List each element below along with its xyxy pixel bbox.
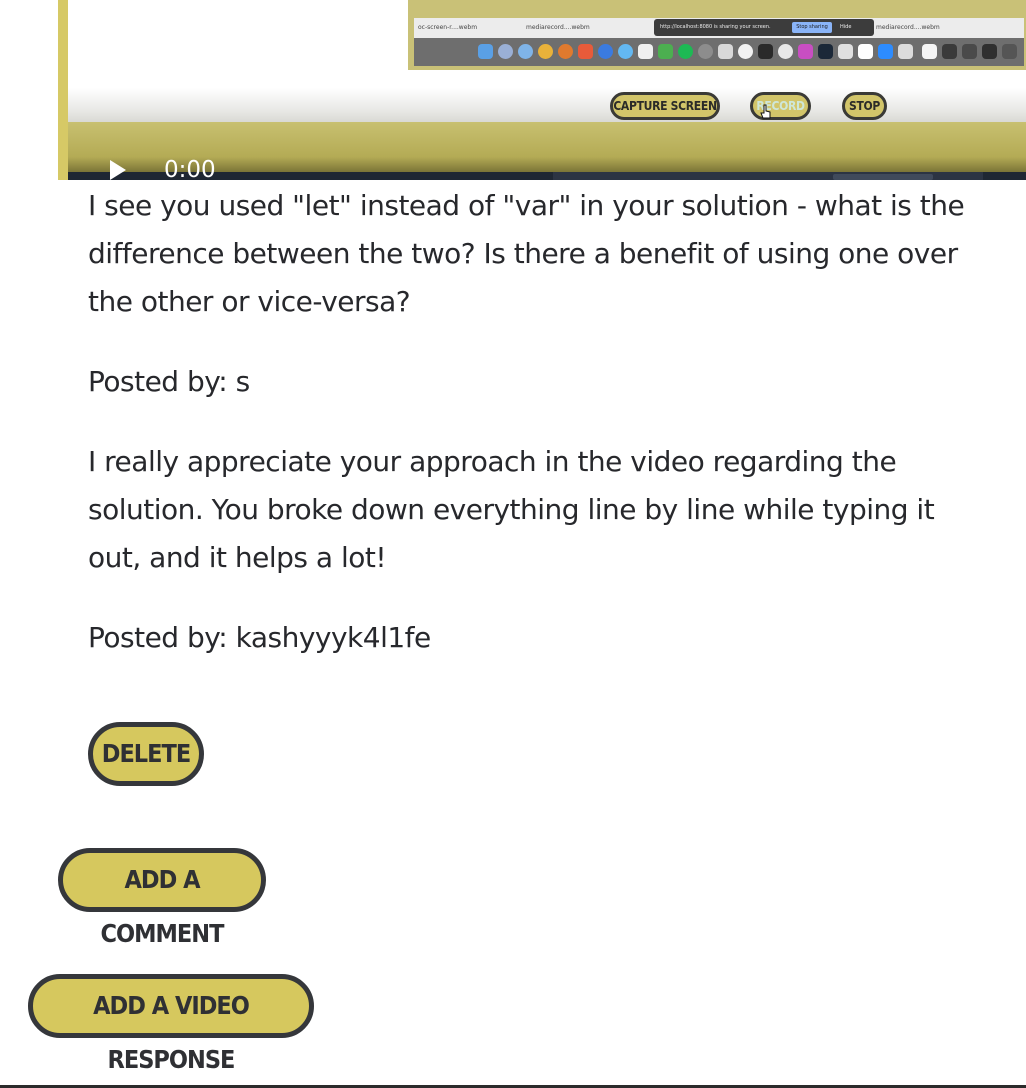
zoom-icon xyxy=(878,44,893,59)
capture-screen-button: CAPTURE SCREEN xyxy=(610,92,720,120)
app-icon xyxy=(982,44,997,59)
chrome-icon xyxy=(538,44,553,59)
app-icon xyxy=(1002,44,1017,59)
terminal-icon xyxy=(758,44,773,59)
brave-icon xyxy=(578,44,593,59)
captured-screen-thumbnail: oc-screen-r....webm mediarecord....webm … xyxy=(408,0,1026,70)
app-icon xyxy=(898,44,913,59)
video-player[interactable]: oc-screen-r....webm mediarecord....webm … xyxy=(58,0,1026,180)
finder-icon xyxy=(478,44,493,59)
hide-label: Hide xyxy=(840,24,852,30)
hand-cursor-icon xyxy=(760,104,771,119)
app-icon xyxy=(618,44,633,59)
app-icon xyxy=(718,44,733,59)
stop-sharing-label: Stop sharing xyxy=(792,22,832,33)
comment-text: I really appreciate your approach in the… xyxy=(88,445,935,574)
app-icon xyxy=(658,44,673,59)
steam-icon xyxy=(818,44,833,59)
spotify-icon xyxy=(678,44,693,59)
comment-author: Posted by: s xyxy=(88,365,250,398)
app-icon xyxy=(698,44,713,59)
app-icon xyxy=(858,44,873,59)
video-time: 0:00 xyxy=(164,157,216,180)
app-icon xyxy=(638,44,653,59)
comment-author: Posted by: kashyyyk4l1fe xyxy=(88,621,431,654)
captured-tab: oc-screen-r....webm xyxy=(418,24,478,31)
share-notice-text: http://localhost:8080 is sharing your sc… xyxy=(660,24,771,30)
comment-text: I see you used "let" instead of "var" in… xyxy=(88,189,965,318)
captured-tab: mediarecord....webm xyxy=(526,24,590,31)
delete-button[interactable]: DELETE xyxy=(88,722,204,786)
add-video-response-button[interactable]: ADD A VIDEO RESPONSE xyxy=(28,974,314,1074)
captured-dock xyxy=(414,38,1024,66)
safari-icon xyxy=(518,44,533,59)
app-icon xyxy=(942,44,957,59)
stop-button: STOP xyxy=(842,92,887,120)
video-lower-bar-highlight xyxy=(833,174,933,180)
video-frame-edge xyxy=(58,0,68,180)
app-icon xyxy=(798,44,813,59)
add-comment-button[interactable]: ADD A COMMENT xyxy=(58,848,266,948)
captured-browser-tabs: oc-screen-r....webm mediarecord....webm … xyxy=(414,18,1024,39)
firefox-icon xyxy=(558,44,573,59)
screen-share-notice: http://localhost:8080 is sharing your sc… xyxy=(654,19,874,36)
play-icon[interactable] xyxy=(110,160,126,180)
app-icon xyxy=(922,44,937,59)
app-icon xyxy=(778,44,793,59)
captured-tab: mediarecord....webm xyxy=(876,24,940,31)
app-icon xyxy=(838,44,853,59)
app-icon xyxy=(598,44,613,59)
launchpad-icon xyxy=(498,44,513,59)
app-icon xyxy=(962,44,977,59)
app-icon xyxy=(738,44,753,59)
